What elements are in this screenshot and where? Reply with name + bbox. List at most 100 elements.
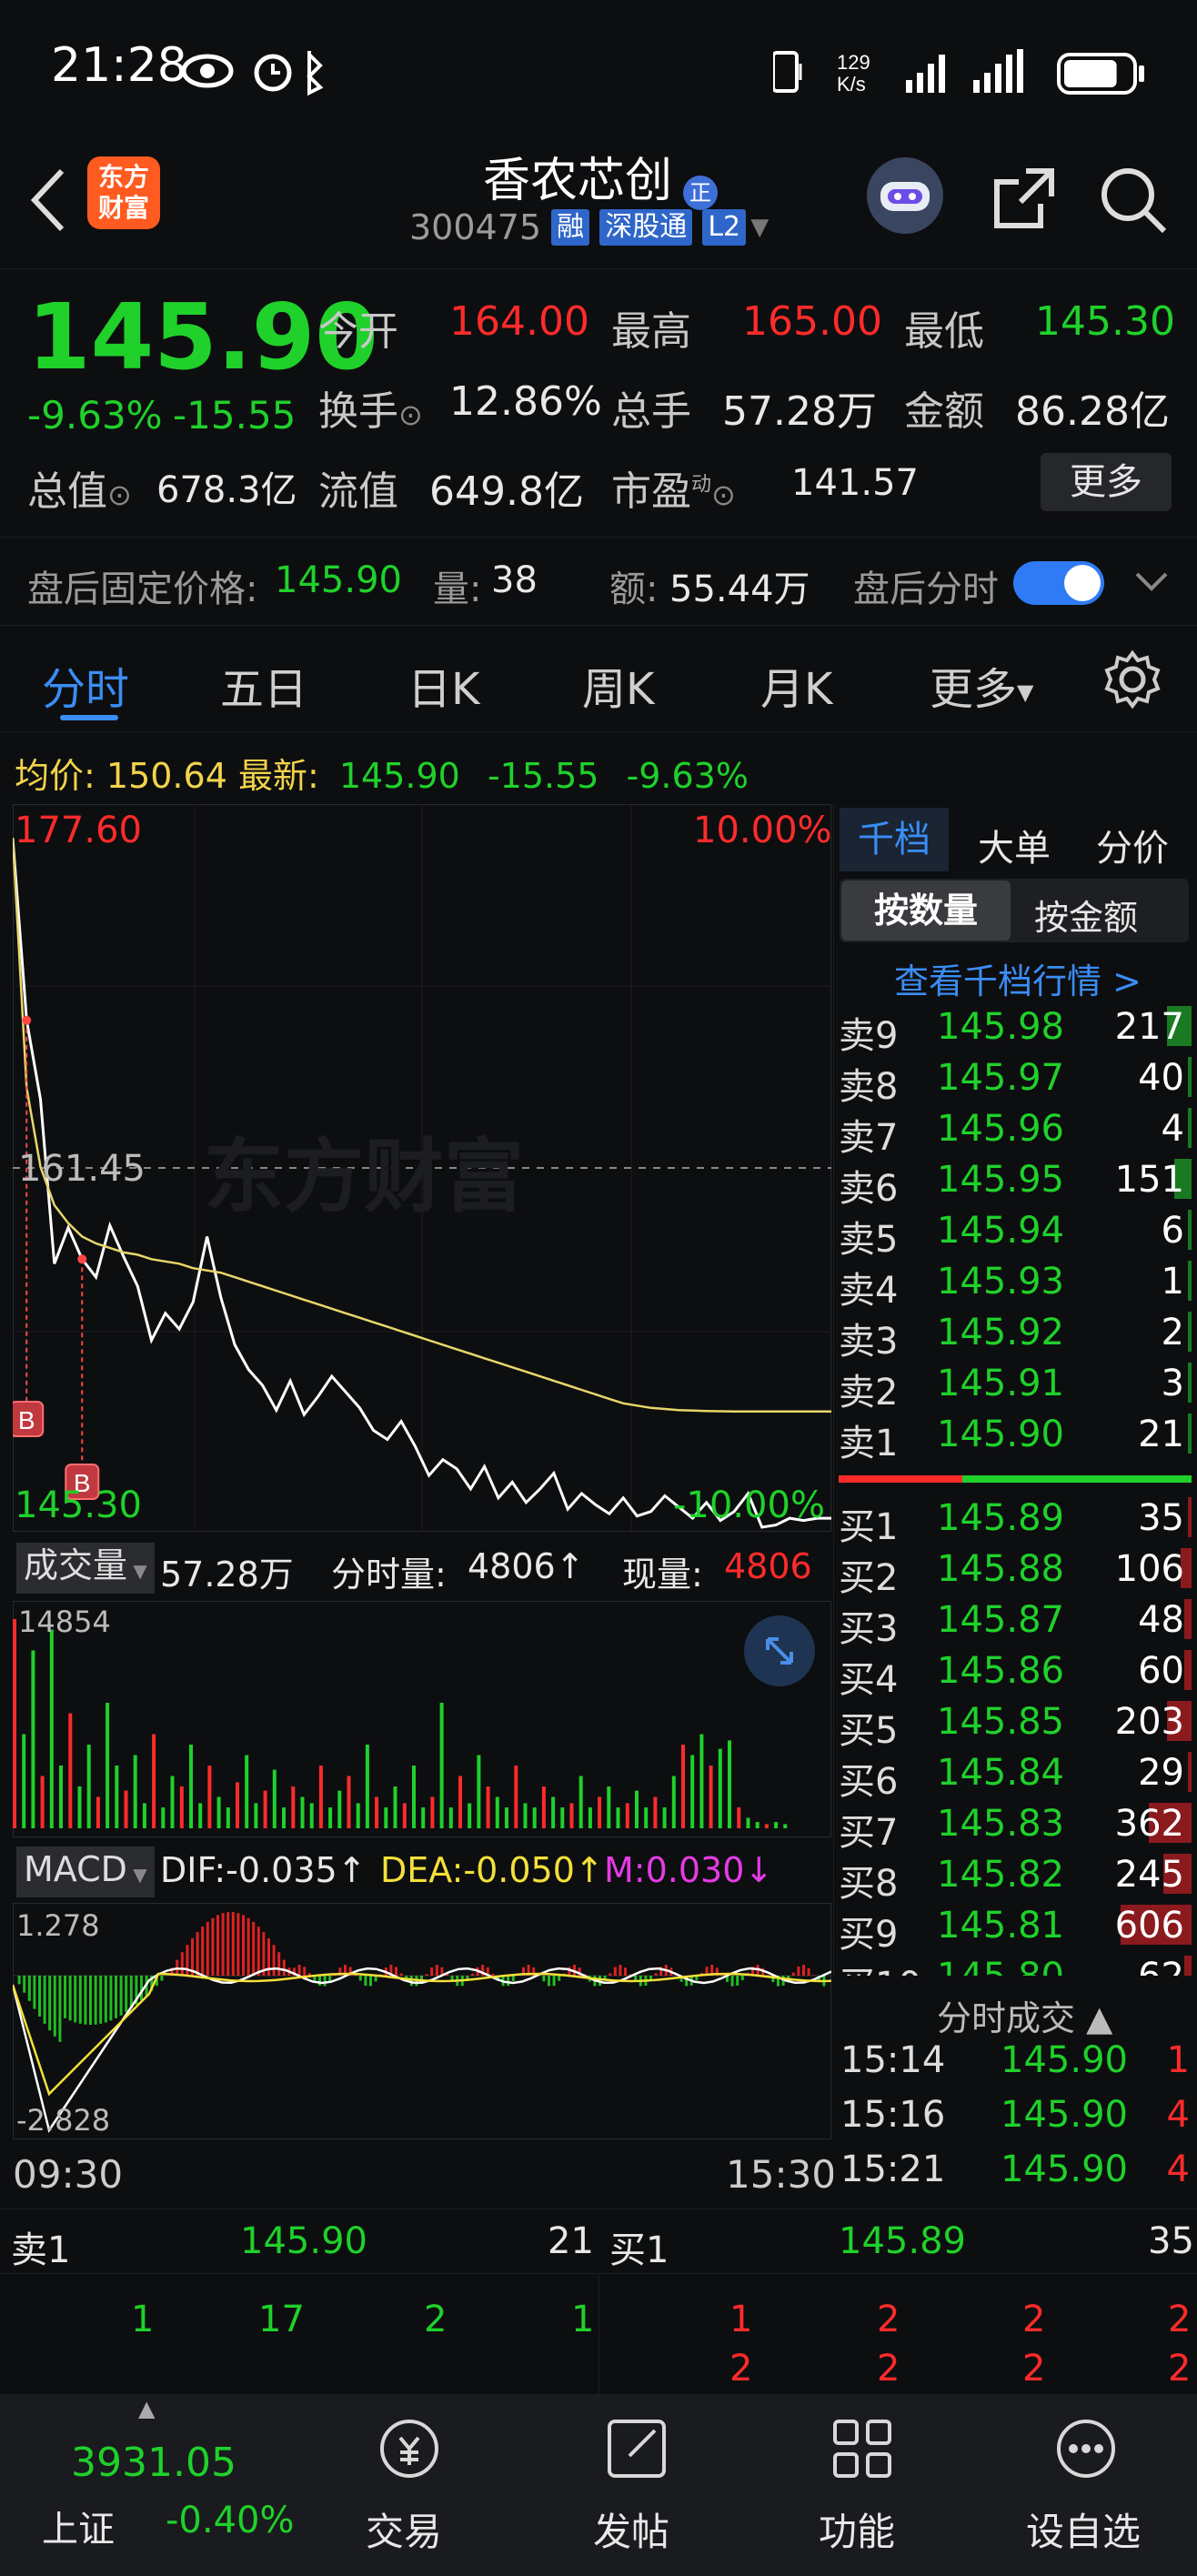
ask-row[interactable]: 卖5 145.94 6 — [837, 1204, 1192, 1261]
volume-bar — [505, 1807, 508, 1828]
volume-bar — [699, 1734, 704, 1828]
latest-change: -15.55 — [487, 756, 599, 796]
bid-row[interactable]: 买2 145.88 106 — [837, 1543, 1192, 1599]
tag-connect: 深股通 — [599, 209, 693, 246]
tick-price: 145.90 — [1001, 2148, 1128, 2190]
ask-row[interactable]: 卖1 145.90 21 — [837, 1408, 1192, 1464]
side-tab-large-order[interactable]: 大单 — [978, 819, 1051, 871]
macd-histogram-bar — [58, 1976, 62, 2042]
search-icon[interactable] — [1097, 164, 1170, 236]
volume-chart — [13, 1601, 831, 1837]
macd-min: -2.828 — [16, 2103, 111, 2138]
macd-histogram-bar — [99, 1976, 103, 2024]
index-ticker[interactable]: ▲ 3931.05 上证 -0.40% — [0, 2394, 309, 2576]
tab-more[interactable]: 更多▼ — [930, 653, 1033, 717]
ask-row[interactable]: 卖9 145.98 217 — [837, 1001, 1192, 1057]
nav-trade[interactable]: 交易 — [355, 2394, 464, 2576]
macd-histogram-bar — [323, 1976, 327, 1987]
macd-histogram-bar — [558, 1976, 561, 1981]
volume-bar — [728, 1740, 731, 1828]
volume-bar — [681, 1745, 685, 1828]
tab-five-day[interactable]: 五日 — [220, 653, 307, 717]
view-depth-link[interactable]: 查看千档行情 > — [894, 953, 1142, 1003]
nav-add-watchlist[interactable]: 设自选 — [1022, 2394, 1150, 2576]
tab-intraday[interactable]: 分时 — [42, 653, 129, 717]
tab-weekly-k[interactable]: 周K — [582, 653, 654, 717]
level-price: 145.85 — [937, 1701, 1064, 1743]
macd-selector[interactable]: MACD ▼ — [16, 1846, 155, 1897]
expand-icon[interactable] — [744, 1615, 815, 1686]
level-price: 145.95 — [937, 1159, 1064, 1201]
volume-bar — [458, 1776, 462, 1828]
ask-row[interactable]: 卖3 145.92 2 — [837, 1306, 1192, 1363]
stock-code-row[interactable]: 300475 融 深股通 L2 ▼ — [409, 207, 810, 247]
side-tab-level[interactable]: 千档 — [840, 808, 949, 871]
robot-assistant-icon[interactable] — [864, 155, 946, 236]
volume-max: 14854 — [18, 1605, 111, 1639]
ask-row[interactable]: 卖6 145.95 151 — [837, 1153, 1192, 1210]
macd-histogram-bar — [236, 1913, 240, 1976]
gear-icon[interactable] — [1102, 649, 1162, 709]
level-price: 145.97 — [937, 1057, 1064, 1099]
turnover-label: 换手⊙ — [318, 388, 423, 435]
tab-monthly-k[interactable]: 月K — [760, 653, 832, 717]
after-hours-toggle[interactable] — [1013, 561, 1104, 605]
now-volume: 4806 — [724, 1546, 812, 1586]
bid-row[interactable]: 买1 145.89 35 — [837, 1492, 1192, 1548]
macd-header: MACD ▼ DIF:-0.035↑ DEA:-0.050↑ M:0.030↓ — [13, 1843, 831, 1897]
side-tab-price-dist[interactable]: 分价 — [1096, 819, 1169, 871]
bid-row[interactable]: 买6 145.84 29 — [837, 1746, 1192, 1803]
volume-bar — [718, 1748, 722, 1828]
level-price: 145.91 — [937, 1363, 1064, 1404]
ask-row[interactable]: 卖7 145.96 4 — [837, 1102, 1192, 1159]
macd-histogram-bar — [272, 1945, 276, 1976]
mode-by-amount[interactable]: 按金额 — [1034, 890, 1138, 940]
active-tab-indicator — [60, 715, 118, 720]
volume-bar — [477, 1755, 481, 1828]
macd-histogram-bar — [812, 1975, 816, 1976]
ask-row[interactable]: 卖8 145.97 40 — [837, 1052, 1192, 1108]
axis-top-price: 177.60 — [15, 810, 142, 851]
macd-histogram-bar — [797, 1967, 800, 1976]
amount-value: 86.28亿 — [1015, 388, 1170, 435]
share-icon[interactable] — [990, 164, 1059, 233]
nav-post[interactable]: 发帖 — [582, 2394, 691, 2576]
tab-daily-k[interactable]: 日K — [407, 653, 479, 717]
macd-histogram-bar — [736, 1976, 739, 1986]
more-button[interactable]: 更多 — [1041, 453, 1172, 511]
volume-selector[interactable]: 成交量 ▼ — [16, 1543, 155, 1594]
macd-histogram-bar — [74, 1976, 77, 2023]
chevron-down-icon[interactable] — [1133, 567, 1170, 598]
macd-histogram-bar — [64, 1976, 66, 2018]
ask-row[interactable]: 卖2 145.91 3 — [837, 1357, 1192, 1414]
volume-bar — [236, 1782, 239, 1828]
bid-row[interactable]: 买3 145.87 48 — [837, 1594, 1192, 1650]
volume-depth-bar — [1188, 1108, 1192, 1148]
level-price: 145.96 — [937, 1108, 1064, 1150]
ask-row[interactable]: 卖4 145.93 1 — [837, 1255, 1192, 1312]
bid-row[interactable]: 买4 145.86 60 — [837, 1645, 1192, 1701]
macd-histogram-bar — [125, 1976, 128, 2013]
info-icon: ⊙ — [711, 478, 736, 512]
volume-bar — [644, 1807, 649, 1828]
buy-marker-dot — [22, 1015, 32, 1025]
bid-row[interactable]: 买5 145.85 203 — [837, 1696, 1192, 1752]
mode-by-count[interactable]: 按数量 — [841, 880, 1011, 941]
latest-value: 145.90 — [338, 756, 460, 796]
back-icon[interactable] — [25, 164, 71, 236]
volume-depth-bar — [1184, 1599, 1192, 1639]
nav-functions[interactable]: 功能 — [808, 2394, 917, 2576]
bid-row[interactable]: 买9 145.81 606 — [837, 1899, 1192, 1956]
volume-bar — [495, 1796, 499, 1828]
index-change: -0.40% — [166, 2500, 295, 2541]
buy-order: 2 — [877, 2299, 900, 2340]
bid-row[interactable]: 买8 145.82 245 — [837, 1848, 1192, 1905]
bottom-nav: ▲ 3931.05 上证 -0.40% 交易 发帖 功能 设自选 — [0, 2394, 1197, 2576]
latest-pct: -9.63% — [626, 756, 749, 796]
bid-row[interactable]: 买7 145.83 362 — [837, 1797, 1192, 1854]
macd-histogram-bar — [491, 1973, 495, 1976]
macd-chart — [13, 1903, 831, 2139]
stock-title-block[interactable]: 香农芯创正 — [400, 142, 800, 210]
ticks-header[interactable]: 分时成交 ▲ — [937, 1990, 1112, 2040]
low-value: 145.30 — [1035, 298, 1175, 345]
